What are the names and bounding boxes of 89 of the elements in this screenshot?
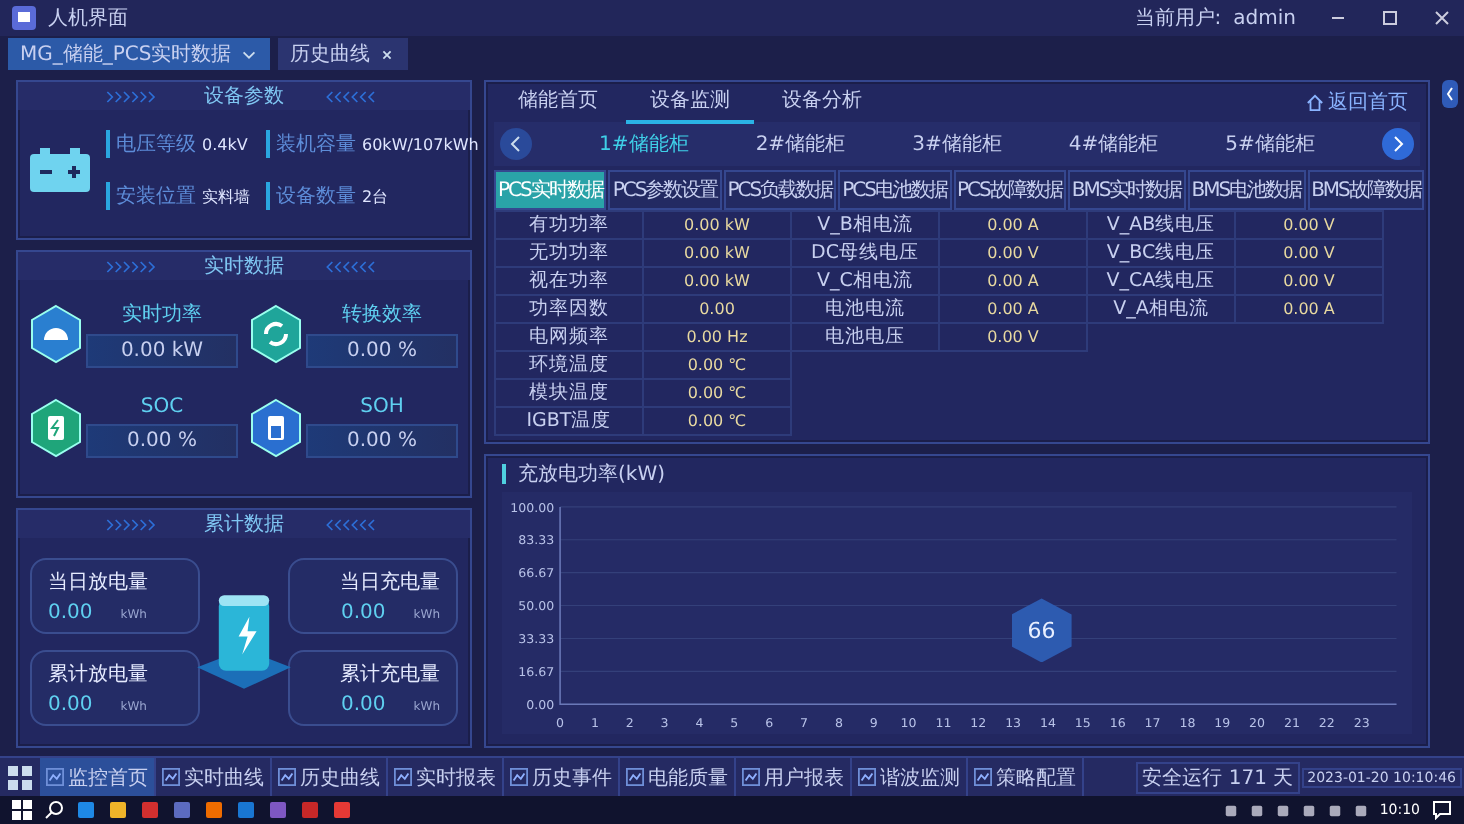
tab-label: 历史曲线: [289, 41, 370, 68]
metric-value: 0.00 %: [306, 334, 458, 369]
gauge-hexagon-icon: [30, 304, 82, 365]
table-cell: 0.00 V: [938, 322, 1088, 352]
data-tab[interactable]: PCS故障数据: [953, 170, 1066, 210]
next-icon[interactable]: [1381, 128, 1414, 160]
close-icon[interactable]: [1432, 8, 1452, 28]
panel-title: 累计数据: [204, 511, 284, 538]
collapse-icon[interactable]: [1442, 80, 1458, 108]
search-icon[interactable]: [44, 800, 64, 820]
field-label: 电压等级: [116, 131, 196, 158]
metric-value: 0.00 kW: [86, 334, 238, 369]
field-value: 60kW/107kWh: [362, 136, 479, 154]
card-value: 0.00: [48, 694, 93, 716]
data-tab[interactable]: BMS故障数据: [1307, 170, 1425, 210]
chart-icon: [278, 768, 296, 786]
data-tab[interactable]: PCS电池数据: [838, 170, 951, 210]
grid-menu-icon[interactable]: [8, 765, 32, 789]
data-tab[interactable]: PCS负载数据: [723, 170, 837, 210]
notification-icon[interactable]: [1432, 800, 1452, 820]
battery-icon: [30, 148, 90, 192]
card-label: 累计放电量: [48, 661, 150, 688]
cabinet-tab[interactable]: 3#储能柜: [912, 130, 1002, 158]
table-cell: IGBT温度: [494, 406, 644, 436]
runtime-status: 安全运行 171 天: [1136, 761, 1300, 793]
metric-label: SOH: [358, 396, 406, 419]
nav-tab[interactable]: 监控首页: [40, 758, 156, 796]
table-cell: V_B相电流: [790, 210, 940, 240]
field-label: 设备数量: [276, 184, 356, 210]
app-icon: [12, 6, 36, 30]
field-value: 2台: [362, 186, 389, 208]
document-tab[interactable]: 历史曲线: [277, 38, 408, 70]
user-name: admin: [1233, 7, 1296, 29]
table-cell: 电池电压: [790, 322, 940, 352]
cabinet-tab[interactable]: 2#储能柜: [755, 130, 846, 158]
table-cell: V_AB线电压: [1086, 210, 1236, 240]
start-icon[interactable]: [12, 800, 32, 820]
panel-title: 设备参数: [204, 83, 284, 110]
table-cell: 0.00 ℃: [642, 406, 792, 436]
floating-badge[interactable]: 66: [1011, 598, 1072, 663]
cabinet-tab[interactable]: 4#储能柜: [1068, 130, 1159, 158]
close-icon[interactable]: [377, 45, 396, 63]
table-cell: V_A相电流: [1086, 294, 1236, 324]
chart-title: 充放电功率(kW): [518, 461, 665, 488]
metric-label: SOC: [138, 396, 186, 419]
card-label: 累计充电量: [340, 661, 440, 688]
chart-icon: [858, 768, 876, 786]
card-value: 0.00: [48, 602, 93, 624]
table-cell: 0.00 A: [1234, 294, 1384, 324]
home-link[interactable]: 返回首页: [1328, 88, 1408, 116]
card-value: 0.00: [341, 602, 386, 624]
metric-value: 0.00 %: [86, 424, 238, 459]
main-tab[interactable]: 设备分析: [758, 80, 886, 124]
chart-icon: [394, 768, 412, 786]
chart-icon: [46, 768, 64, 786]
document-tab[interactable]: MG_储能_PCS实时数据: [8, 38, 270, 70]
metric-value: 0.00 %: [306, 424, 458, 459]
card-value: 0.00: [341, 694, 386, 716]
table-cell: 0.00 V: [1234, 210, 1384, 240]
tab-label: MG_储能_PCS实时数据: [20, 41, 232, 68]
previous-icon[interactable]: [500, 128, 532, 160]
cycle-hexagon-icon: [250, 304, 302, 365]
chart-icon: [162, 768, 180, 786]
chart-icon: [626, 768, 644, 786]
data-tab[interactable]: BMS实时数据: [1067, 170, 1186, 210]
battery-hexagon-icon: [250, 397, 302, 458]
chart-icon: [974, 768, 992, 786]
chart-icon: [742, 768, 760, 786]
charge-hexagon-icon: [30, 397, 82, 458]
window-title: 人机界面: [48, 5, 128, 32]
metric-label: 转换效率: [340, 301, 424, 329]
panel-title: 实时数据: [204, 253, 284, 281]
data-tab[interactable]: BMS电池数据: [1187, 170, 1306, 210]
chart-icon: [510, 768, 528, 786]
cabinet-tab[interactable]: 5#储能柜: [1225, 130, 1315, 158]
field-value: 0.4kV: [202, 136, 248, 154]
field-label: 安装位置: [116, 183, 196, 210]
field-value: 实料墙: [202, 186, 250, 208]
main-tab[interactable]: 储能首页: [494, 80, 622, 124]
maximize-icon[interactable]: [1380, 8, 1400, 28]
field-label: 装机容量: [276, 131, 356, 158]
user-label: 当前用户:: [1134, 5, 1222, 32]
card-label: 当日放电量: [48, 569, 150, 596]
data-tab[interactable]: PCS参数设置: [608, 170, 722, 210]
metric-label: 实时功率: [120, 301, 204, 329]
card-label: 当日充电量: [340, 569, 440, 596]
table-cell: 有功功率: [494, 210, 644, 240]
cabinet-tab[interactable]: 1#储能柜: [599, 130, 689, 158]
home-icon[interactable]: [1306, 93, 1324, 111]
